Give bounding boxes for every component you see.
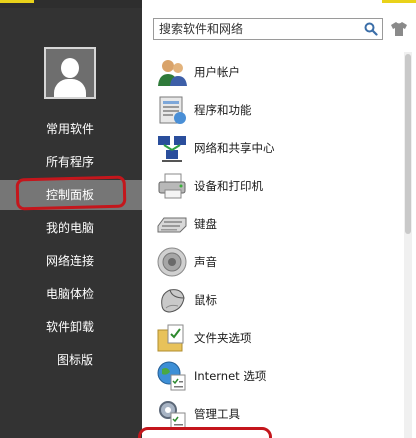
sidebar-item-label: 我的电脑 <box>46 221 95 235</box>
cp-item-label: 设备和打印机 <box>194 179 263 193</box>
sidebar-item-label: 电脑体检 <box>46 287 95 301</box>
cp-item-devices-printers[interactable]: 设备和打印机 <box>156 168 396 204</box>
cp-item-network-sharing[interactable]: 网络和共享中心 <box>156 130 396 166</box>
avatar[interactable] <box>44 47 96 99</box>
cp-item-label: 管理工具 <box>194 407 240 421</box>
skin-icon[interactable] <box>390 21 408 37</box>
sidebar-item-network-connections[interactable]: 网络连接 <box>0 246 142 276</box>
sidebar-item-label: 控制面板 <box>46 188 95 202</box>
scrollbar[interactable] <box>404 52 412 438</box>
sidebar-item-label: 图标版 <box>57 353 94 367</box>
cp-item-folder-options[interactable]: 文件夹选项 <box>156 320 396 356</box>
sidebar-item-label: 网络连接 <box>46 254 95 268</box>
top-accent-bar <box>382 0 416 3</box>
cp-item-label: 网络和共享中心 <box>194 141 275 155</box>
cp-item-label: 键盘 <box>194 217 217 231</box>
cp-item-label: 程序和功能 <box>194 103 252 117</box>
cp-item-keyboard[interactable]: 键盘 <box>156 206 396 242</box>
cp-item-label: 鼠标 <box>194 293 217 307</box>
sidebar-item-my-computer[interactable]: 我的电脑 <box>0 213 142 243</box>
programs-features-icon <box>159 96 186 124</box>
search-icon[interactable] <box>364 22 378 36</box>
sidebar-item-control-panel[interactable]: 控制面板 <box>0 180 142 210</box>
cp-item-label: 声音 <box>194 255 217 269</box>
cp-item-mouse[interactable]: 鼠标 <box>156 282 396 318</box>
search-box <box>153 18 383 40</box>
cp-item-admin-tools[interactable]: 管理工具 <box>156 396 396 432</box>
internet-options-icon <box>157 361 186 391</box>
cp-item-label: Internet 选项 <box>194 369 267 383</box>
sidebar-item-pc-checkup[interactable]: 电脑体检 <box>0 279 142 309</box>
sidebar-item-uninstall[interactable]: 软件卸载 <box>0 312 142 342</box>
speaker-icon <box>157 247 187 277</box>
users-icon <box>158 60 187 86</box>
search-input[interactable] <box>154 19 359 39</box>
cp-item-internet-options[interactable]: Internet 选项 <box>156 358 396 394</box>
sidebar-item-common-software[interactable]: 常用软件 <box>0 114 142 144</box>
keyboard-icon <box>157 217 187 233</box>
network-sharing-icon <box>158 136 186 162</box>
mouse-icon <box>161 289 185 313</box>
cp-item-user-accounts[interactable]: 用户帐户 <box>156 54 396 90</box>
avatar-head <box>61 58 79 78</box>
cp-item-label: 用户帐户 <box>194 65 240 79</box>
avatar-body <box>54 79 86 97</box>
sidebar-item-label: 软件卸载 <box>46 320 95 334</box>
top-strip <box>0 0 416 8</box>
folder-options-icon <box>157 324 184 352</box>
control-panel-list: 用户帐户 程序和功能 网络和共享中心 <box>142 8 416 438</box>
printer-icon <box>158 173 186 199</box>
sidebar-item-label: 常用软件 <box>46 122 95 136</box>
sidebar-item-label: 所有程序 <box>46 155 95 169</box>
cp-item-label: 文件夹选项 <box>194 331 252 345</box>
sidebar: 常用软件 所有程序 控制面板 我的电脑 网络连接 电脑体检 软件卸载 图标版 <box>0 8 142 438</box>
cp-item-programs-features[interactable]: 程序和功能 <box>156 92 396 128</box>
top-accent-bar <box>0 0 34 3</box>
admin-tools-icon <box>159 401 186 429</box>
sidebar-item-icon-view[interactable]: 图标版 <box>0 345 142 375</box>
sidebar-item-all-programs[interactable]: 所有程序 <box>0 147 142 177</box>
scrollbar-thumb[interactable] <box>405 54 411 234</box>
cp-item-sound[interactable]: 声音 <box>156 244 396 280</box>
